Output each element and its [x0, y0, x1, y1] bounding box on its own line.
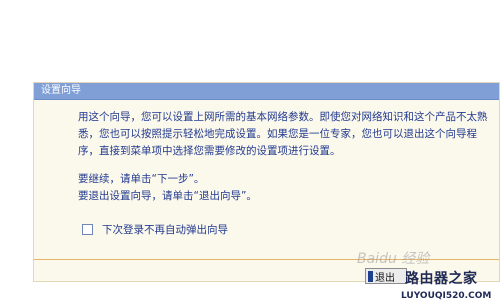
exit-button-label: 退出 [375, 272, 395, 284]
dialog-title: 设置向导 [41, 85, 81, 96]
baidu-watermark: Baidu 经验 [357, 251, 430, 267]
wizard-description: 用这个向导，您可以设置上网所需的基本网络参数。即使您对网络知识和这个产品不太熟悉… [78, 109, 488, 205]
exit-instruction: 要退出设置向导，请单击“退出向导”。 [78, 190, 257, 202]
intro-paragraph: 用这个向导，您可以设置上网所需的基本网络参数。即使您对网络知识和这个产品不太熟悉… [78, 111, 488, 157]
exit-wizard-button[interactable]: 退出 [365, 268, 407, 284]
auto-popup-label: 下次登录不再自动弹出向导 [102, 223, 228, 236]
auto-popup-checkbox[interactable] [82, 223, 93, 235]
exit-icon [368, 270, 373, 282]
site-watermark: 路由器之家 [405, 271, 478, 287]
setup-wizard-dialog: 设置向导 用这个向导，您可以设置上网所需的基本网络参数。即使您对网络知识和这个产… [33, 82, 500, 284]
site-url-watermark: LUYOUQI520.COM [401, 291, 492, 301]
auto-popup-option[interactable]: 下次登录不再自动弹出向导 [82, 222, 228, 236]
continue-instruction: 要继续，请单击“下一步”。 [78, 173, 205, 185]
dialog-titlebar: 设置向导 [34, 83, 499, 100]
